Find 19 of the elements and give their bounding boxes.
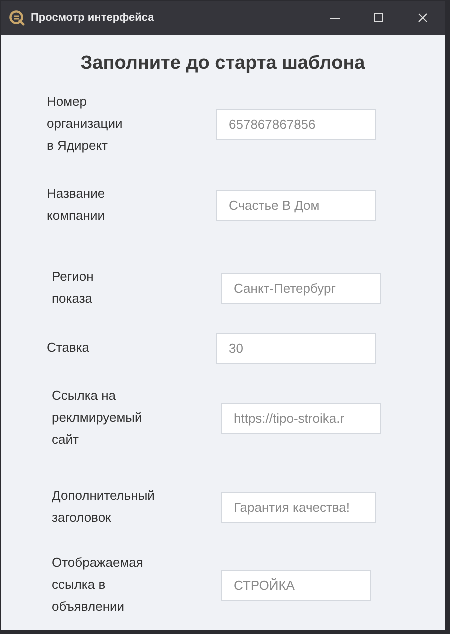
field-label: Номер организации в Ядирект	[47, 93, 124, 155]
maximize-icon	[374, 13, 384, 23]
text-field[interactable]: 30	[216, 332, 376, 364]
field-label: Дополнительный заголовок	[52, 487, 156, 527]
text-field[interactable]: https://tipo-stroika.r	[221, 402, 381, 434]
text-field[interactable]: Счастье В Дом	[216, 190, 376, 220]
text-field[interactable]: Санкт-Петербург	[221, 272, 381, 304]
text-field[interactable]: Гарантия качества!	[221, 492, 376, 522]
form-heading: Заполните до старта шаблона	[80, 52, 366, 76]
text-field[interactable]: 657867867856	[216, 108, 376, 140]
field-label: Ссылка на реклмируемый сайт	[52, 387, 144, 449]
field-label: Название компании	[47, 185, 106, 225]
field-label: Регион показа	[52, 268, 95, 308]
window-title: Просмотр интерфейса	[31, 10, 154, 26]
logo-icon	[9, 10, 25, 26]
text-field[interactable]: СТРОЙКА	[221, 570, 371, 600]
close-icon	[418, 13, 428, 23]
field-label: Ставка	[47, 339, 91, 357]
field-label: Отображаемая ссылка в объявлении	[52, 554, 144, 616]
